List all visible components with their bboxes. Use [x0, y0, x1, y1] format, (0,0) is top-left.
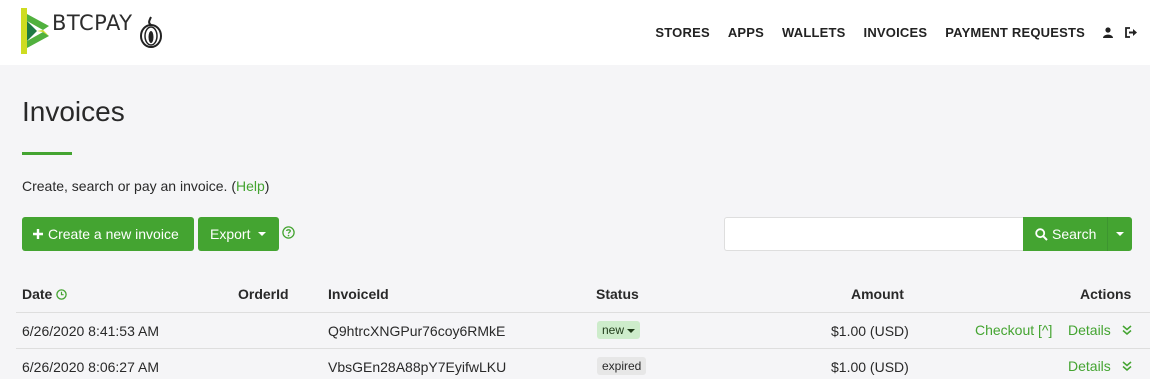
brand-logo[interactable] [21, 8, 51, 54]
search-label: Search [1052, 226, 1097, 242]
btcpay-logo-icon [21, 8, 49, 54]
nav-payment-requests[interactable]: PAYMENT REQUESTS [945, 25, 1085, 40]
details-link[interactable]: Details [1068, 358, 1111, 374]
caret-down-icon [1116, 232, 1124, 236]
clock-icon [56, 289, 68, 300]
page-title: Invoices [22, 96, 125, 127]
main-nav: STORES APPS WALLETS INVOICES PAYMENT REQ… [655, 0, 1150, 65]
column-header-date[interactable]: Date [22, 286, 68, 302]
checkout-link[interactable]: Checkout [^] [975, 322, 1052, 338]
table-row: 6/26/2020 8:06:27 AM VbsGEn28A88pY7Eyifw… [16, 348, 1150, 379]
invoice-id: VbsGEn28A88pY7EyifwLKU [328, 359, 507, 375]
column-header-amount: Amount [851, 286, 904, 302]
nav-stores[interactable]: STORES [655, 25, 709, 40]
invoice-date: 6/26/2020 8:06:27 AM [22, 359, 159, 375]
question-circle-icon[interactable] [282, 226, 295, 239]
search-input[interactable] [724, 217, 1024, 251]
create-invoice-label: Create a new invoice [48, 226, 179, 242]
search-button[interactable]: Search [1023, 217, 1107, 251]
status-badge-dropdown[interactable]: new [597, 321, 641, 339]
description-close: ) [264, 178, 270, 194]
column-header-invoice-id: InvoiceId [328, 286, 389, 302]
search-options-toggle[interactable] [1107, 217, 1132, 251]
nav-wallets[interactable]: WALLETS [782, 25, 846, 40]
invoice-amount: $1.00 (USD) [831, 359, 909, 375]
user-icon[interactable] [1103, 27, 1113, 38]
logout-icon[interactable] [1125, 27, 1138, 38]
navbar: BTCPAY STORES APPS WALLETS INVOICES PAYM… [0, 0, 1150, 65]
page-description: Create, search or pay an invoice. (Help) [22, 178, 269, 194]
invoice-date: 6/26/2020 8:41:53 AM [22, 323, 159, 339]
column-header-actions: Actions [1080, 286, 1132, 302]
status-badge: expired [597, 357, 647, 375]
table-row: 6/26/2020 8:41:53 AM Q9htrcXNGPur76coy6R… [16, 312, 1150, 348]
tor-onion-icon [140, 16, 162, 48]
title-underline [22, 152, 72, 155]
nav-apps[interactable]: APPS [728, 25, 764, 40]
chevron-double-down-icon[interactable] [1122, 361, 1132, 371]
details-link[interactable]: Details [1068, 322, 1111, 338]
date-header-label: Date [22, 286, 53, 302]
create-invoice-button[interactable]: Create a new invoice [22, 217, 194, 251]
invoice-amount: $1.00 (USD) [831, 323, 909, 339]
column-header-status: Status [596, 286, 639, 302]
caret-down-icon [258, 232, 267, 236]
export-dropdown-button[interactable]: Export [198, 217, 279, 251]
chevron-double-down-icon[interactable] [1122, 325, 1132, 335]
column-header-order-id: OrderId [238, 286, 289, 302]
help-link[interactable]: Help [236, 178, 265, 194]
status-label: new [602, 323, 625, 337]
nav-invoices[interactable]: INVOICES [864, 25, 928, 40]
brand-name: BTCPAY [52, 11, 133, 35]
plus-icon [33, 229, 43, 239]
description-text: Create, search or pay an invoice. ( [22, 178, 236, 194]
export-label: Export [210, 226, 251, 242]
invoice-id: Q9htrcXNGPur76coy6RMkE [328, 323, 506, 339]
caret-down-icon [627, 328, 636, 333]
search-icon [1035, 227, 1048, 241]
